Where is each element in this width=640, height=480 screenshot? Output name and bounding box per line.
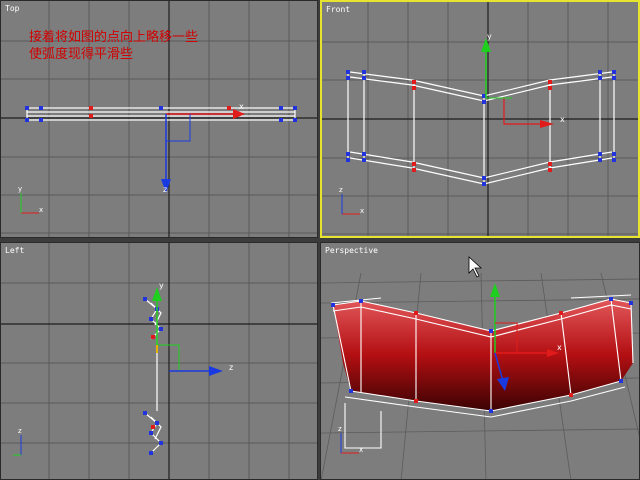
viewport-left[interactable]: Left y z z <box>0 242 318 480</box>
viewport-perspective-label[interactable]: Perspective <box>325 246 378 255</box>
left-axis-tripod <box>13 435 22 456</box>
top-gizmo-x-label: x <box>239 102 244 111</box>
left-gizmo-z-label: z <box>229 363 234 372</box>
viewport-left-label[interactable]: Left <box>5 246 24 255</box>
viewport-perspective[interactable]: Perspective x x z <box>320 242 640 480</box>
top-move-gizmo <box>161 109 245 193</box>
front-tripod-z-label: z <box>339 186 343 194</box>
viewport-front-canvas <box>322 2 638 236</box>
viewport-top[interactable]: Top 接着将如图的点向上略移一些 使弧度现得平滑些 x z x y <box>0 0 318 238</box>
perspective-gizmo-x-label: x <box>557 343 562 352</box>
top-tripod-x-label: x <box>39 206 44 214</box>
perspective-tripod-x-label: x <box>359 446 364 454</box>
viewport-left-canvas <box>1 243 317 479</box>
viewport-perspective-canvas <box>321 256 639 479</box>
front-gizmo-x-label: x <box>560 115 565 124</box>
left-gizmo-y-label: y <box>159 281 164 290</box>
perspective-axis-tripod <box>340 433 359 454</box>
annotation-line-2: 使弧度现得平滑些 <box>29 47 134 62</box>
viewport-front-label[interactable]: Front <box>326 5 350 14</box>
front-axis-tripod <box>341 194 360 215</box>
front-mesh <box>347 71 615 185</box>
front-gizmo-y-label: y <box>487 32 492 41</box>
front-tripod-x-label: x <box>360 207 365 215</box>
perspective-tripod-z-label: z <box>338 425 342 433</box>
annotation-line-1: 接着将如图的点向上略移一些 <box>29 30 199 45</box>
viewport-front[interactable]: Front y x x z <box>320 0 640 238</box>
top-axis-tripod <box>20 193 39 214</box>
left-mesh <box>144 298 162 454</box>
top-gizmo-z-label: z <box>163 185 168 194</box>
left-tripod-z-label: z <box>18 427 22 435</box>
instruction-annotation: 接着将如图的点向上略移一些 使弧度现得平滑些 <box>29 29 198 63</box>
top-tripod-y-label: y <box>18 185 23 193</box>
viewport-top-label[interactable]: Top <box>5 4 19 13</box>
front-move-gizmo <box>481 38 554 128</box>
mouse-cursor-icon <box>468 256 483 278</box>
